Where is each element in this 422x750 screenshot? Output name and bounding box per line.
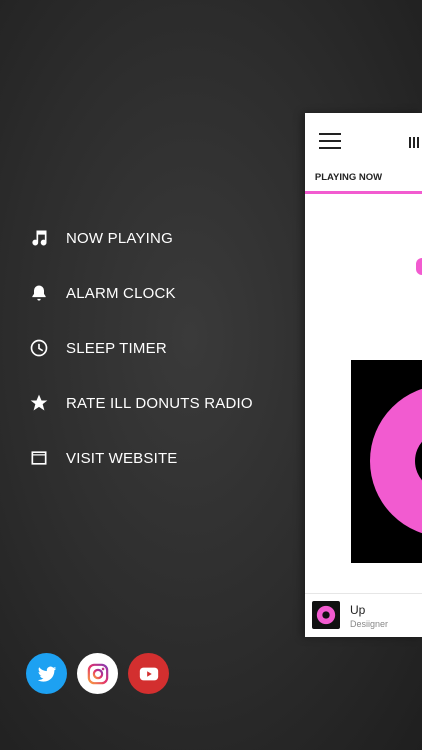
album-art — [351, 360, 422, 563]
browser-window-icon — [28, 447, 50, 469]
alarm-bell-icon — [28, 282, 50, 304]
instagram-button[interactable] — [77, 653, 118, 694]
menu-item-label: NOW PLAYING — [66, 229, 173, 247]
instagram-icon — [87, 663, 108, 684]
menu-item-now-playing[interactable]: NOW PLAYING — [28, 223, 173, 253]
menu-item-sleep-timer[interactable]: SLEEP TIMER — [28, 333, 167, 363]
menu-item-rate-app[interactable]: RATE ILL DONUTS RADIO — [28, 388, 253, 418]
youtube-button[interactable] — [128, 653, 169, 694]
music-note-icon — [28, 227, 50, 249]
youtube-icon — [139, 667, 158, 680]
mini-player-title: Up — [350, 603, 366, 617]
menu-item-label: SLEEP TIMER — [66, 339, 167, 357]
menu-item-label: RATE ILL DONUTS RADIO — [66, 394, 253, 412]
tab-indicator — [305, 191, 422, 194]
mini-player-artist: Desiigner — [350, 619, 389, 629]
twitter-button[interactable] — [26, 653, 67, 694]
star-icon — [28, 392, 50, 414]
twitter-icon — [37, 666, 56, 682]
menu-item-alarm-clock[interactable]: ALARM CLOCK — [28, 278, 176, 308]
mini-player-artwork — [312, 601, 340, 629]
clock-icon — [28, 337, 50, 359]
mini-player[interactable]: Up Desiigner — [305, 593, 422, 637]
play-indicator[interactable] — [416, 258, 422, 275]
tab-playing-now[interactable]: PLAYING NOW — [305, 163, 422, 191]
main-panel[interactable]: PLAYING NOW Up Desiigner — [305, 113, 422, 637]
app-logo-icon — [409, 137, 422, 149]
menu-item-visit-website[interactable]: VISIT WEBSITE — [28, 443, 178, 473]
social-links — [26, 653, 169, 694]
menu-item-label: ALARM CLOCK — [66, 284, 176, 302]
hamburger-menu-icon[interactable] — [319, 133, 341, 151]
menu-item-label: VISIT WEBSITE — [66, 449, 178, 467]
